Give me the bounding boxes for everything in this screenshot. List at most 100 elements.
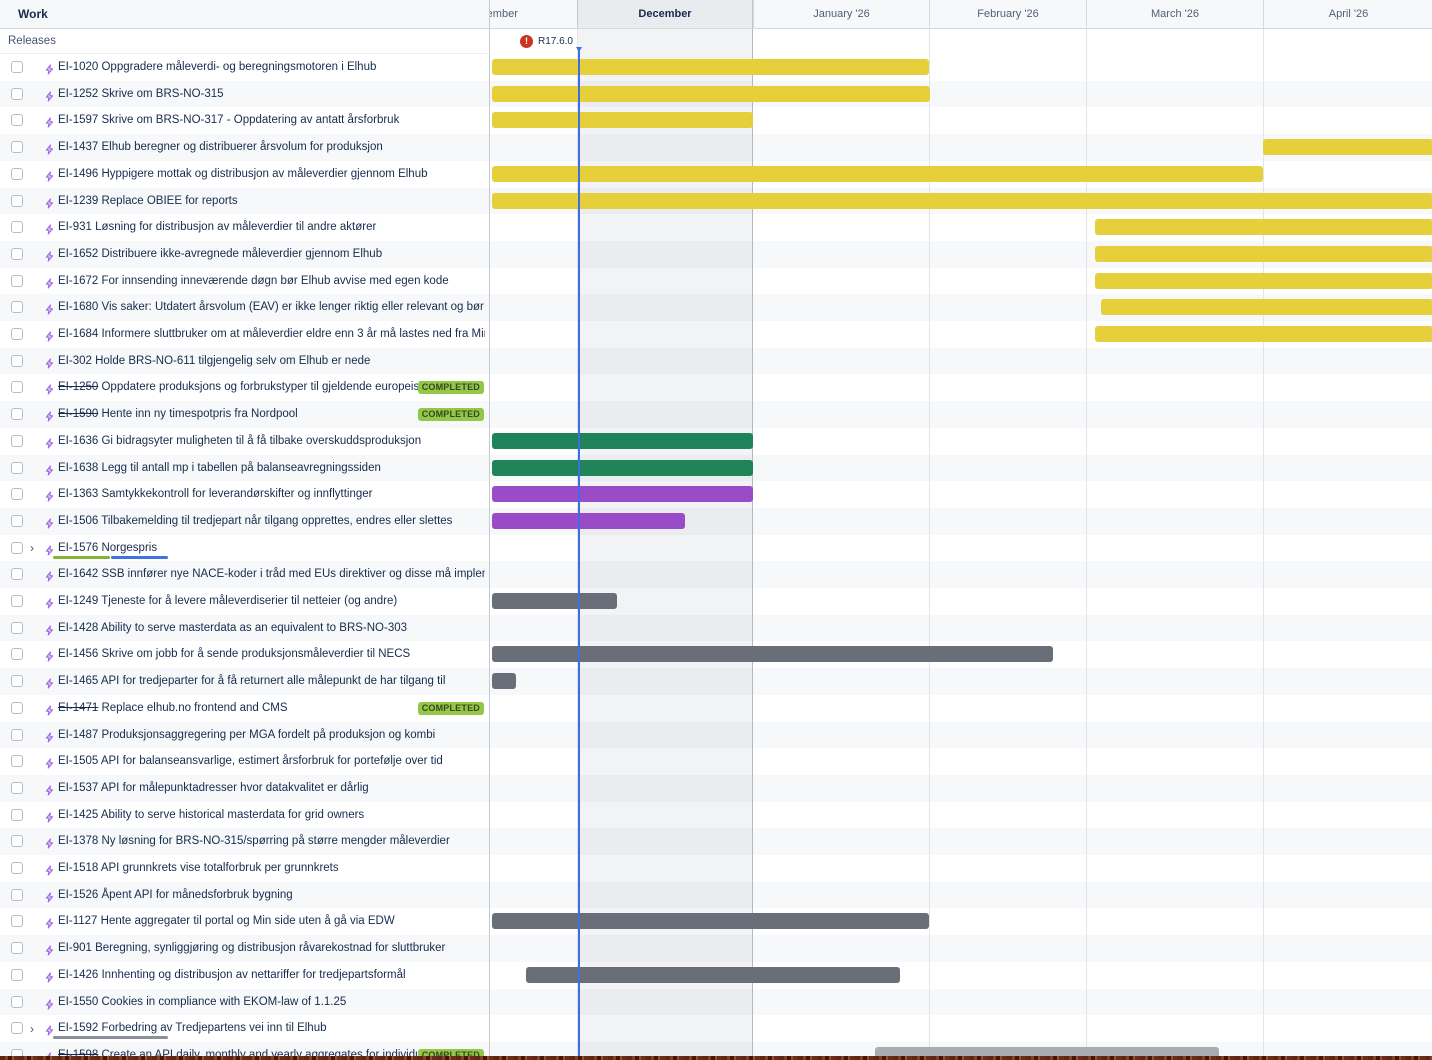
- work-item-row-ei-1465[interactable]: EI-1465 API for tredjeparter for å få re…: [0, 668, 489, 695]
- work-item-row-ei-931[interactable]: EI-931 Løsning for distribusjon av målev…: [0, 214, 489, 241]
- row-checkbox[interactable]: [11, 381, 23, 393]
- row-checkbox[interactable]: [11, 702, 23, 714]
- schedule-bar-ei-1020[interactable]: [492, 59, 929, 75]
- work-item-row-ei-1020[interactable]: EI-1020 Oppgradere måleverdi- og beregni…: [0, 54, 489, 81]
- issue-label[interactable]: EI-901 Beregning, synliggjøring og distr…: [58, 935, 485, 962]
- work-item-row-ei-1642[interactable]: EI-1642 SSB innfører nye NACE-koder i tr…: [0, 561, 489, 588]
- issue-label[interactable]: EI-1597 Skrive om BRS-NO-317 - Oppdateri…: [58, 107, 485, 134]
- row-checkbox[interactable]: [11, 862, 23, 874]
- issue-label[interactable]: EI-1378 Ny løsning for BRS-NO-315/spørri…: [58, 828, 485, 855]
- row-checkbox[interactable]: [11, 729, 23, 741]
- work-item-row-ei-1252[interactable]: EI-1252 Skrive om BRS-NO-315: [0, 81, 489, 108]
- schedule-bar-ei-1127[interactable]: [492, 913, 929, 929]
- issue-label[interactable]: EI-1506 Tilbakemelding til tredjepart nå…: [58, 508, 485, 535]
- work-item-row-ei-1590[interactable]: EI-1590 Hente inn ny timespotpris fra No…: [0, 401, 489, 428]
- work-item-row-ei-1471[interactable]: EI-1471 Replace elhub.no frontend and CM…: [0, 695, 489, 722]
- issue-label[interactable]: EI-1456 Skrive om jobb for å sende produ…: [58, 641, 485, 668]
- schedule-bar-ei-1249[interactable]: [492, 593, 617, 609]
- work-item-row-ei-1378[interactable]: EI-1378 Ny løsning for BRS-NO-315/spørri…: [0, 828, 489, 855]
- schedule-bar-ei-1437[interactable]: [1263, 139, 1432, 155]
- work-item-row-ei-1638[interactable]: EI-1638 Legg til antall mp i tabellen på…: [0, 455, 489, 482]
- row-checkbox[interactable]: [11, 301, 23, 313]
- work-item-row-ei-1506[interactable]: EI-1506 Tilbakemelding til tredjepart nå…: [0, 508, 489, 535]
- work-item-row-ei-1592[interactable]: ›EI-1592 Forbedring av Tredjepartens vei…: [0, 1015, 489, 1042]
- issue-label[interactable]: EI-1642 SSB innfører nye NACE-koder i tr…: [58, 561, 485, 588]
- issue-label[interactable]: EI-1437 Elhub beregner og distribuerer å…: [58, 134, 485, 161]
- issue-label[interactable]: EI-1518 API grunnkrets vise totalforbruk…: [58, 855, 485, 882]
- work-item-row-ei-1239[interactable]: EI-1239 Replace OBIEE for reports: [0, 188, 489, 215]
- issue-label[interactable]: EI-302 Holde BRS-NO-611 tilgjengelig sel…: [58, 348, 485, 375]
- schedule-bar-ei-1672[interactable]: [1095, 273, 1432, 289]
- issue-label[interactable]: EI-1425 Ability to serve historical mast…: [58, 802, 485, 829]
- release-marker[interactable]: ! R17.6.0: [490, 29, 576, 54]
- work-item-row-ei-1426[interactable]: EI-1426 Innhenting og distribusjon av ne…: [0, 962, 489, 989]
- schedule-bar-ei-1465[interactable]: [492, 673, 516, 689]
- issue-label[interactable]: EI-1363 Samtykkekontroll for leverandørs…: [58, 481, 485, 508]
- issue-label[interactable]: EI-1249 Tjeneste for å levere måleverdis…: [58, 588, 485, 615]
- row-checkbox[interactable]: [11, 996, 23, 1008]
- row-checkbox[interactable]: [11, 755, 23, 767]
- row-checkbox[interactable]: [11, 568, 23, 580]
- work-item-row-ei-1250[interactable]: EI-1250 Oppdatere produksjons og forbruk…: [0, 374, 489, 401]
- work-item-row-ei-1428[interactable]: EI-1428 Ability to serve masterdata as a…: [0, 615, 489, 642]
- work-item-row-ei-1550[interactable]: EI-1550 Cookies in compliance with EKOM-…: [0, 989, 489, 1016]
- schedule-bar-ei-1638[interactable]: [492, 460, 753, 476]
- issue-label[interactable]: EI-1465 API for tredjeparter for å få re…: [58, 668, 485, 695]
- row-checkbox[interactable]: [11, 515, 23, 527]
- expand-chevron-icon[interactable]: ›: [26, 1015, 38, 1042]
- work-item-row-ei-1636[interactable]: EI-1636 Gi bidragsyter muligheten til å …: [0, 428, 489, 455]
- issue-label[interactable]: EI-1590 Hente inn ny timespotpris fra No…: [58, 401, 425, 428]
- row-checkbox[interactable]: [11, 542, 23, 554]
- row-checkbox[interactable]: [11, 915, 23, 927]
- work-item-row-ei-1363[interactable]: EI-1363 Samtykkekontroll for leverandørs…: [0, 481, 489, 508]
- work-item-row-ei-1456[interactable]: EI-1456 Skrive om jobb for å sende produ…: [0, 641, 489, 668]
- row-checkbox[interactable]: [11, 88, 23, 100]
- work-item-row-ei-1487[interactable]: EI-1487 Produksjonsaggregering per MGA f…: [0, 722, 489, 749]
- schedule-bar-ei-1506[interactable]: [492, 513, 685, 529]
- issue-label[interactable]: EI-1672 For innsending inneværende døgn …: [58, 268, 485, 295]
- row-checkbox[interactable]: [11, 462, 23, 474]
- issue-label[interactable]: EI-1239 Replace OBIEE for reports: [58, 188, 485, 215]
- row-checkbox[interactable]: [11, 248, 23, 260]
- row-checkbox[interactable]: [11, 1022, 23, 1034]
- row-checkbox[interactable]: [11, 435, 23, 447]
- issue-label[interactable]: EI-1496 Hyppigere mottak og distribusjon…: [58, 161, 485, 188]
- schedule-bar-ei-1456[interactable]: [492, 646, 1053, 662]
- row-checkbox[interactable]: [11, 114, 23, 126]
- work-item-row-ei-1496[interactable]: EI-1496 Hyppigere mottak og distribusjon…: [0, 161, 489, 188]
- schedule-bar-ei-1684[interactable]: [1095, 326, 1432, 342]
- releases-row[interactable]: Releases: [0, 29, 489, 54]
- issue-label[interactable]: EI-1250 Oppdatere produksjons og forbruk…: [58, 374, 425, 401]
- schedule-bar-ei-1363[interactable]: [492, 486, 753, 502]
- work-item-row-ei-1597[interactable]: EI-1597 Skrive om BRS-NO-317 - Oppdateri…: [0, 107, 489, 134]
- row-checkbox[interactable]: [11, 782, 23, 794]
- row-checkbox[interactable]: [11, 328, 23, 340]
- expand-chevron-icon[interactable]: ›: [26, 535, 38, 562]
- issue-label[interactable]: EI-1526 Åpent API for månedsforbruk bygn…: [58, 882, 485, 909]
- row-checkbox[interactable]: [11, 595, 23, 607]
- issue-label[interactable]: EI-1505 API for balanseansvarlige, estim…: [58, 748, 485, 775]
- work-item-row-ei-1425[interactable]: EI-1425 Ability to serve historical mast…: [0, 802, 489, 829]
- row-checkbox[interactable]: [11, 809, 23, 821]
- row-checkbox[interactable]: [11, 648, 23, 660]
- row-checkbox[interactable]: [11, 889, 23, 901]
- row-checkbox[interactable]: [11, 355, 23, 367]
- issue-label[interactable]: EI-1680 Vis saker: Utdatert årsvolum (EA…: [58, 294, 485, 321]
- work-item-row-ei-1576[interactable]: ›EI-1576 Norgespris: [0, 535, 489, 562]
- row-checkbox[interactable]: [11, 488, 23, 500]
- work-item-row-ei-1526[interactable]: EI-1526 Åpent API for månedsforbruk bygn…: [0, 882, 489, 909]
- issue-label[interactable]: EI-1550 Cookies in compliance with EKOM-…: [58, 989, 485, 1016]
- schedule-bar-ei-1496[interactable]: [492, 166, 1263, 182]
- row-checkbox[interactable]: [11, 275, 23, 287]
- work-item-row-ei-1537[interactable]: EI-1537 API for målepunktadresser hvor d…: [0, 775, 489, 802]
- work-item-row-ei-1672[interactable]: EI-1672 For innsending inneværende døgn …: [0, 268, 489, 295]
- schedule-bar-ei-1597[interactable]: [492, 112, 753, 128]
- work-item-row-ei-1680[interactable]: EI-1680 Vis saker: Utdatert årsvolum (EA…: [0, 294, 489, 321]
- row-checkbox[interactable]: [11, 168, 23, 180]
- issue-label[interactable]: EI-1684 Informere sluttbruker om at måle…: [58, 321, 485, 348]
- issue-label[interactable]: EI-1636 Gi bidragsyter muligheten til å …: [58, 428, 485, 455]
- work-item-row-ei-1505[interactable]: EI-1505 API for balanseansvarlige, estim…: [0, 748, 489, 775]
- row-checkbox[interactable]: [11, 195, 23, 207]
- schedule-bar-ei-1652[interactable]: [1095, 246, 1432, 262]
- issue-label[interactable]: EI-1471 Replace elhub.no frontend and CM…: [58, 695, 425, 722]
